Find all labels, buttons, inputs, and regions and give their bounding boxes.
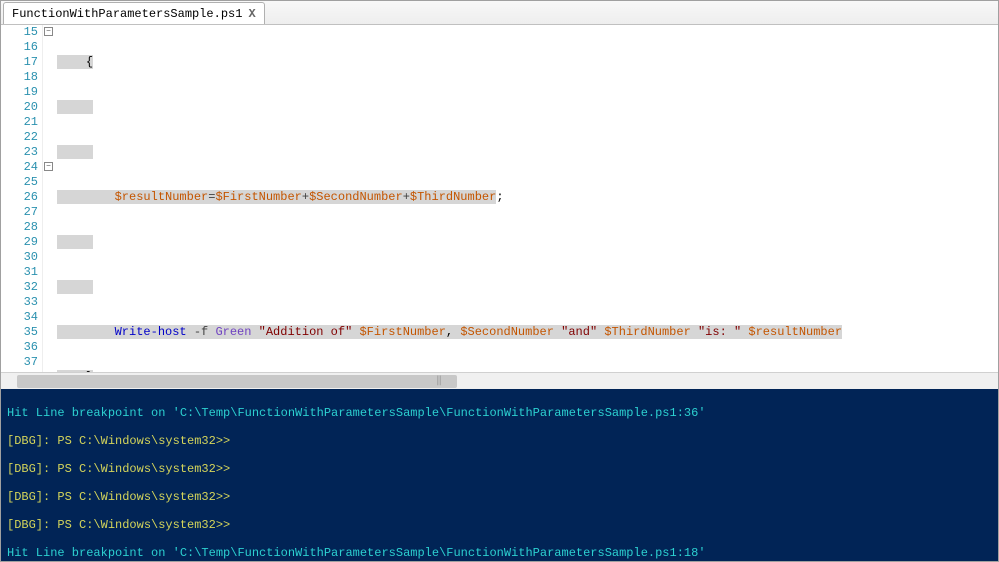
cmdlet: Write-host: [115, 325, 187, 339]
line-number: 28: [1, 220, 38, 235]
line-number: 36: [1, 340, 38, 355]
console-prompt: [DBG]: PS C:\Windows\system32>>: [7, 434, 230, 448]
string: "is: ": [698, 325, 741, 339]
line-number: 35: [1, 325, 38, 340]
variable: $resultNumber: [748, 325, 842, 339]
color-arg: Green: [215, 325, 251, 339]
line-number: 23: [1, 145, 38, 160]
line-number: 30: [1, 250, 38, 265]
line-number: 24: [1, 160, 38, 175]
console-prompt: [DBG]: PS C:\Windows\system32>>: [7, 518, 230, 532]
flag: -f: [194, 325, 208, 339]
line-number: 32: [1, 280, 38, 295]
variable: $resultNumber: [115, 190, 209, 204]
string: "Addition of": [259, 325, 353, 339]
variable: $ThirdNumber: [410, 190, 496, 204]
ide-window: FunctionWithParametersSample.ps1 X 15161…: [0, 0, 999, 562]
console-pane[interactable]: Hit Line breakpoint on 'C:\Temp\Function…: [1, 389, 998, 561]
fold-toggle-icon[interactable]: −: [44, 27, 53, 36]
line-number: 20: [1, 100, 38, 115]
line-number: 17: [1, 55, 38, 70]
line-number: 25: [1, 175, 38, 190]
console-prompt: [DBG]: PS C:\Windows\system32>>: [7, 462, 230, 476]
editor-pane[interactable]: 1516171819202122232425262728293031323334…: [1, 25, 998, 372]
line-number: 19: [1, 85, 38, 100]
string: "and": [561, 325, 597, 339]
line-number: 18: [1, 70, 38, 85]
tab-bar: FunctionWithParametersSample.ps1 X: [1, 1, 998, 25]
fold-toggle-icon[interactable]: −: [44, 162, 53, 171]
line-number: 34: [1, 310, 38, 325]
line-number: 22: [1, 130, 38, 145]
line-number: 15: [1, 25, 38, 40]
tab-title: FunctionWithParametersSample.ps1: [12, 7, 242, 21]
variable: $FirstNumber: [359, 325, 445, 339]
console-breakpoint-line: Hit Line breakpoint on 'C:\Temp\Function…: [7, 546, 992, 560]
line-number: 16: [1, 40, 38, 55]
line-number: 26: [1, 190, 38, 205]
variable: $SecondNumber: [460, 325, 554, 339]
line-gutter: 1516171819202122232425262728293031323334…: [1, 25, 43, 372]
tab-file[interactable]: FunctionWithParametersSample.ps1 X: [3, 2, 265, 24]
line-number: 29: [1, 235, 38, 250]
console-prompt: [DBG]: PS C:\Windows\system32>>: [7, 490, 230, 504]
variable: $FirstNumber: [215, 190, 301, 204]
semi: ;: [496, 190, 503, 204]
console-breakpoint-line: Hit Line breakpoint on 'C:\Temp\Function…: [7, 406, 992, 420]
line-number: 33: [1, 295, 38, 310]
line-number: 31: [1, 265, 38, 280]
brace: {: [86, 55, 93, 69]
line-number: 27: [1, 205, 38, 220]
variable: $ThirdNumber: [604, 325, 690, 339]
line-number: 37: [1, 355, 38, 370]
scrollbar-thumb[interactable]: [17, 375, 457, 388]
close-icon[interactable]: X: [248, 7, 255, 21]
variable: $SecondNumber: [309, 190, 403, 204]
fold-column: − −: [43, 25, 55, 372]
scrollbar-grip-icon: ‖: [436, 375, 442, 387]
code-area[interactable]: { $resultNumber=$FirstNumber+$SecondNumb…: [55, 25, 998, 372]
line-number: 21: [1, 115, 38, 130]
horizontal-scrollbar[interactable]: ‖: [1, 372, 998, 389]
